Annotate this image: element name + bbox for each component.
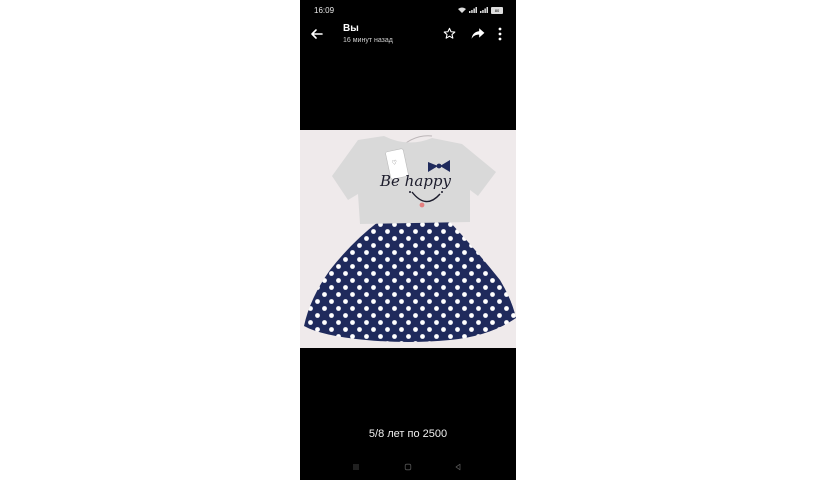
photo-caption: 5/8 лет по 2500 [368,428,448,440]
status-time: 16:09 [314,6,335,15]
print-text: Be happy [379,172,451,190]
sent-time: 16 минут назад [343,37,393,44]
sender-title: Вы [343,23,359,34]
signal-icon-2 [480,6,488,15]
battery-icon: 80 [491,7,503,14]
phone-screen: 16:09 80 Вы 16 минут назад ♡ Be happy 5/… [300,0,516,480]
wifi-icon [458,6,466,15]
more-vert-icon[interactable] [497,27,503,41]
forward-icon[interactable] [471,27,485,40]
signal-icon [469,6,477,15]
home-icon[interactable] [404,463,412,471]
status-bar: 16:09 80 [300,0,516,20]
shared-photo[interactable]: ♡ Be happy [300,130,516,348]
back-arrow-icon[interactable] [310,27,324,41]
star-icon[interactable] [443,27,456,40]
nav-back-icon[interactable] [454,463,462,471]
system-nav-bar [300,460,516,474]
status-icons: 80 [458,6,503,15]
dress-image: ♡ Be happy [300,130,516,348]
app-bar: Вы 16 минут назад [300,20,516,50]
menu-icon[interactable] [352,463,360,471]
